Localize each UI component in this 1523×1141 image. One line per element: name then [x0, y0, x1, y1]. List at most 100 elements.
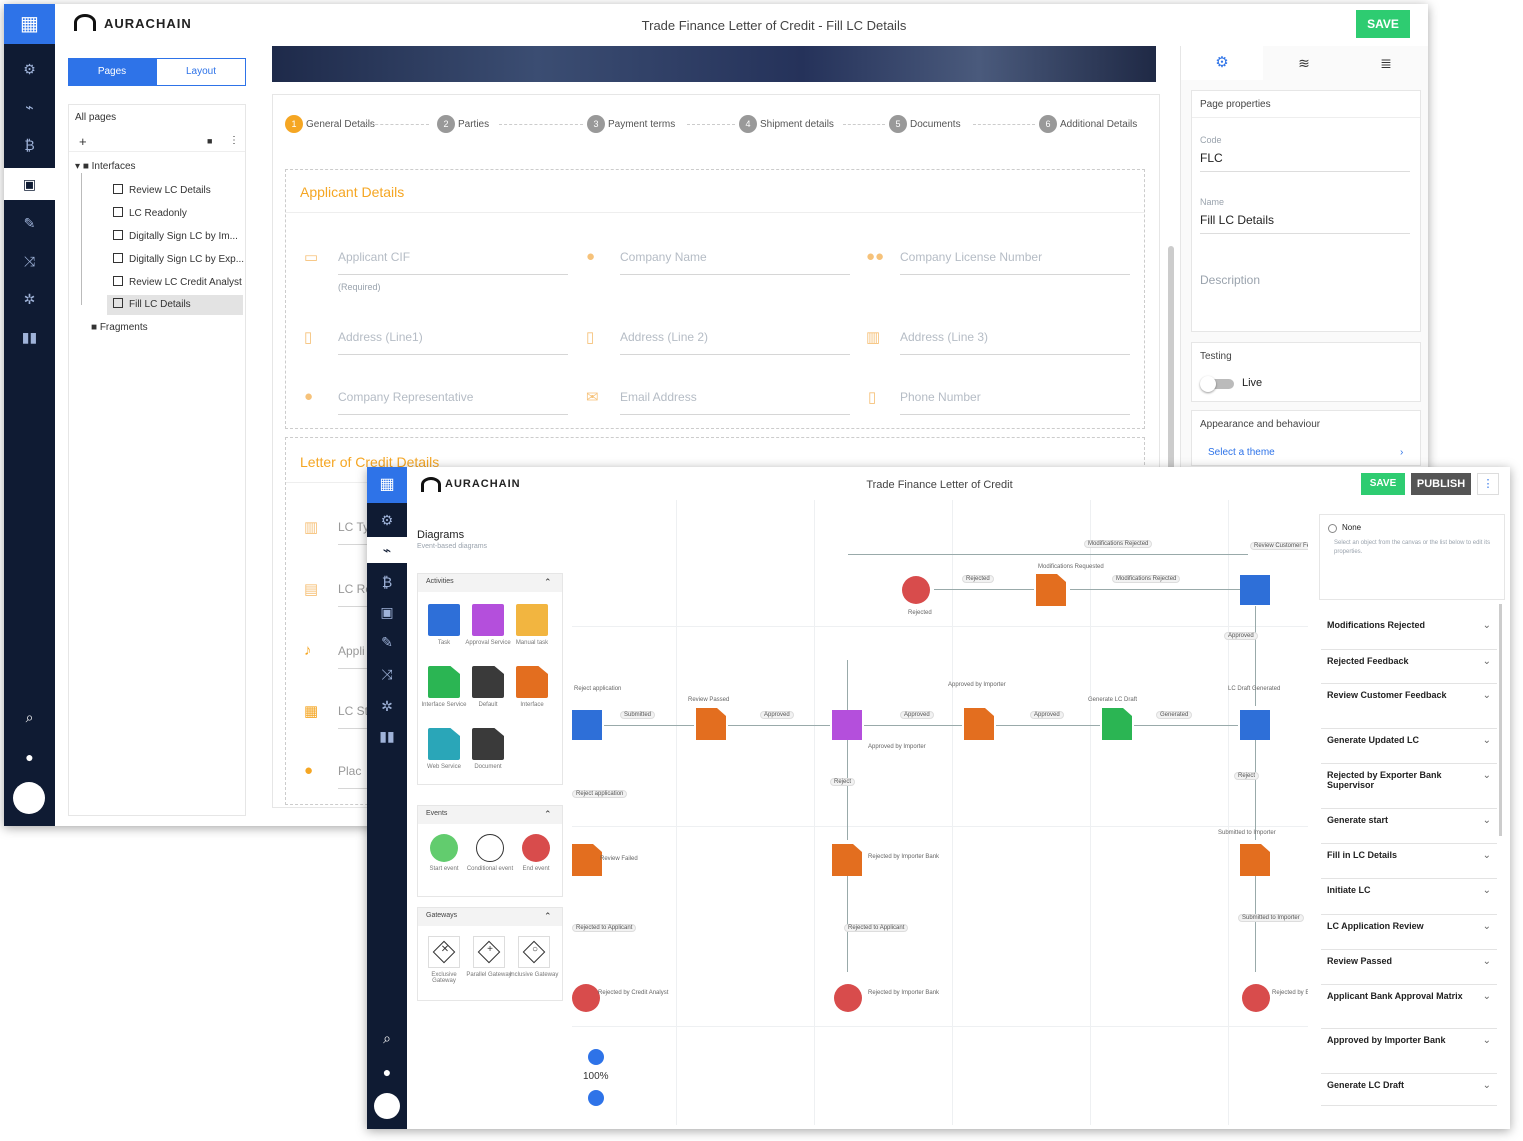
tree-item[interactable]: Digitally Sign LC by Im...: [113, 230, 238, 242]
interface-node[interactable]: [572, 844, 602, 876]
interface-node[interactable]: [832, 844, 862, 876]
palette-item[interactable]: [516, 604, 548, 636]
publish-button[interactable]: PUBLISH: [1411, 473, 1471, 495]
tree-item[interactable]: Review LC Details: [113, 184, 211, 196]
tab-pages[interactable]: Pages: [68, 58, 156, 86]
shuffle-icon[interactable]: ⤨: [14, 248, 45, 274]
address-line2-field[interactable]: Address (Line 2): [620, 330, 850, 355]
step-documents[interactable]: 5 Documents: [889, 115, 961, 133]
accordion-item[interactable]: Rejected Feedback ⌄: [1321, 652, 1497, 684]
connect-icon[interactable]: ⌁: [14, 94, 45, 120]
chevron-up-icon[interactable]: ⌃: [544, 809, 552, 820]
accordion-item[interactable]: Review Passed ⌄: [1321, 952, 1497, 985]
more-menu-button[interactable]: ⋮: [1477, 473, 1499, 495]
interface-node[interactable]: [1240, 844, 1270, 876]
canvas-scrollbar[interactable]: [1168, 246, 1174, 486]
tree-item[interactable]: Digitally Sign LC by Exp...: [113, 253, 244, 265]
flow-label[interactable]: Reject: [830, 778, 856, 786]
chevron-up-icon[interactable]: ⌃: [544, 911, 552, 922]
accordion-item[interactable]: Approved by Importer Bank ⌄: [1321, 1031, 1497, 1074]
avatar[interactable]: [374, 1093, 400, 1119]
tree-folder-fragments[interactable]: ■ Fragments: [91, 322, 148, 333]
edit-icon[interactable]: ✎: [373, 631, 401, 653]
end-event-node[interactable]: [1242, 984, 1270, 1012]
flow-label[interactable]: Reject application: [572, 790, 628, 798]
address-line3-field[interactable]: Address (Line 3): [900, 330, 1130, 355]
interface-node[interactable]: [696, 708, 726, 740]
settings-icon[interactable]: ⚙: [14, 56, 45, 82]
tab-layout[interactable]: Layout: [156, 58, 246, 86]
accordion-item[interactable]: Initiate LC ⌄: [1321, 881, 1497, 915]
tree-item-selected[interactable]: Fill LC Details: [107, 295, 243, 315]
flow-label[interactable]: Modifications Rejected: [1084, 540, 1153, 548]
gear-alt-icon[interactable]: ✲: [373, 695, 401, 717]
flow-label[interactable]: Reject: [1234, 772, 1260, 780]
zoom-in-button[interactable]: [588, 1049, 604, 1065]
company-license-field[interactable]: Company License Number: [900, 250, 1130, 275]
address-line1-field[interactable]: Address (Line1): [338, 330, 568, 355]
select-theme-link[interactable]: Select a theme: [1208, 447, 1275, 458]
add-icon[interactable]: +: [79, 134, 87, 149]
palette-item[interactable]: [472, 728, 504, 760]
accordion-item[interactable]: Modifications Rejected ⌄: [1321, 616, 1497, 650]
name-input[interactable]: Fill LC Details: [1200, 213, 1410, 234]
chart-icon[interactable]: ▮▮: [373, 725, 401, 747]
palette-event[interactable]: [476, 834, 504, 862]
more-icon[interactable]: ⋮: [229, 135, 239, 146]
shuffle-icon[interactable]: ⤨: [373, 663, 401, 685]
palette-item[interactable]: [516, 666, 548, 698]
flow-label[interactable]: Modifications Rejected: [1112, 575, 1181, 583]
flow-label[interactable]: Rejected: [962, 575, 994, 583]
inspector-scrollbar[interactable]: [1499, 604, 1502, 836]
page-icon[interactable]: ▣: [373, 601, 401, 623]
accordion-item[interactable]: Rejected by Exporter Bank Supervisor ⌄: [1321, 766, 1497, 809]
end-event-node[interactable]: [902, 576, 930, 604]
flow-label[interactable]: Approved: [900, 711, 934, 719]
task-node[interactable]: [572, 710, 602, 740]
flow-label[interactable]: Rejected to Applicant: [572, 924, 637, 932]
save-button[interactable]: SAVE: [1356, 10, 1410, 38]
flow-label[interactable]: Review Customer Feedback: [1250, 542, 1308, 550]
task-node[interactable]: [832, 710, 862, 740]
tree-item[interactable]: LC Readonly: [113, 207, 187, 219]
props-tab-layers[interactable]: ≋: [1263, 46, 1345, 80]
gear-alt-icon[interactable]: ✲: [14, 286, 45, 312]
bitcoin-icon[interactable]: ₿: [373, 571, 401, 593]
flow-label[interactable]: Approved: [1224, 632, 1258, 640]
lock-icon[interactable]: ■: [207, 136, 212, 146]
palette-item[interactable]: [428, 604, 460, 636]
company-representative-field[interactable]: Company Representative: [338, 390, 568, 415]
flow-label[interactable]: Rejected to Applicant: [844, 924, 909, 932]
task-node[interactable]: [1240, 710, 1270, 740]
palette-item[interactable]: [472, 666, 504, 698]
end-event-node[interactable]: [572, 984, 600, 1012]
tree-item[interactable]: Review LC Credit Analyst: [113, 276, 242, 288]
props-tab-data[interactable]: ≣: [1345, 46, 1427, 80]
flow-label[interactable]: Generated: [1156, 711, 1193, 719]
palette-item[interactable]: [428, 666, 460, 698]
accordion-item[interactable]: Generate Updated LC ⌄: [1321, 731, 1497, 764]
description-input[interactable]: Description: [1200, 273, 1260, 287]
chart-icon[interactable]: ▮▮: [14, 324, 45, 350]
accordion-item[interactable]: Fill in LC Details ⌄: [1321, 846, 1497, 879]
palette-event[interactable]: [430, 834, 458, 862]
palette-gateway[interactable]: +: [473, 936, 505, 968]
zoom-out-button[interactable]: [588, 1090, 604, 1106]
chevron-up-icon[interactable]: ⌃: [544, 577, 552, 588]
bitcoin-icon[interactable]: ₿: [14, 132, 45, 158]
code-input[interactable]: FLC: [1200, 151, 1410, 172]
palette-gateway[interactable]: ✕: [428, 936, 460, 968]
accordion-item[interactable]: Generate LC Draft ⌄: [1321, 1076, 1497, 1106]
apps-grid-icon[interactable]: ▦: [367, 467, 407, 503]
flow-label[interactable]: Approved: [1030, 711, 1064, 719]
diagram-canvas[interactable]: Modifications Rejected Review Customer Fe…: [572, 500, 1308, 1125]
step-additional-details[interactable]: 6 Additional Details: [1039, 115, 1137, 133]
flow-label[interactable]: Submitted: [620, 711, 656, 719]
applicant-cif-field[interactable]: Applicant CIF: [338, 250, 568, 275]
step-shipment-details[interactable]: 4 Shipment details: [739, 115, 834, 133]
save-button[interactable]: SAVE: [1361, 473, 1405, 495]
task-node[interactable]: [1240, 575, 1270, 605]
bell-icon[interactable]: ●: [373, 1061, 401, 1083]
tree-folder-interfaces[interactable]: ▾ ■ Interfaces: [75, 161, 136, 172]
step-general-details[interactable]: 1 General Details: [285, 115, 375, 133]
